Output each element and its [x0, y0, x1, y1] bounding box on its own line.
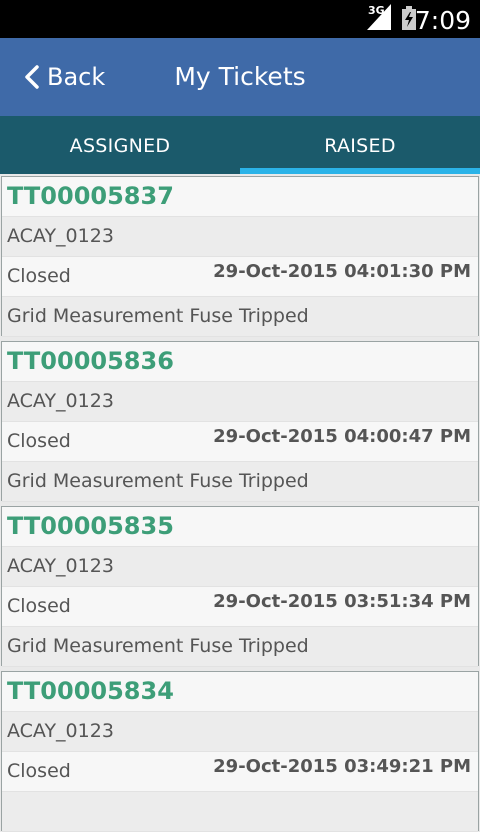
ticket-card[interactable]: TT00005835 ACAY_0123 Closed 29-Oct-2015 0…	[1, 506, 479, 667]
ticket-id: TT00005836	[7, 347, 174, 375]
ticket-description: Grid Measurement Fuse Tripped	[7, 305, 309, 327]
ticket-id: TT00005834	[7, 677, 174, 705]
ticket-status: Closed	[7, 760, 71, 782]
ticket-id: TT00005837	[7, 182, 174, 210]
ticket-site: ACAY_0123	[7, 720, 114, 742]
tab-bar: ASSIGNED RAISED	[0, 116, 480, 174]
tab-raised[interactable]: RAISED	[240, 116, 480, 174]
ticket-description: Grid Measurement Fuse Tripped	[7, 635, 309, 657]
ticket-status: Closed	[7, 265, 71, 287]
ticket-status: Closed	[7, 430, 71, 452]
ticket-date: 29-Oct-2015 03:51:34 PM	[213, 591, 471, 612]
back-button[interactable]: Back	[22, 38, 105, 116]
ticket-date: 29-Oct-2015 04:01:30 PM	[213, 261, 471, 282]
ticket-card[interactable]: TT00005836 ACAY_0123 Closed 29-Oct-2015 0…	[1, 341, 479, 502]
ticket-description: Grid Measurement Fuse Tripped	[7, 470, 309, 492]
ticket-date: 29-Oct-2015 04:00:47 PM	[213, 426, 471, 447]
app-bar: My Tickets Back	[0, 38, 480, 116]
clock: 7:09	[414, 6, 471, 35]
ticket-site: ACAY_0123	[7, 555, 114, 577]
back-label: Back	[47, 63, 106, 91]
ticket-list: TT00005837 ACAY_0123 Closed 29-Oct-2015 0…	[0, 174, 480, 832]
tab-assigned[interactable]: ASSIGNED	[0, 116, 240, 174]
ticket-card[interactable]: TT00005837 ACAY_0123 Closed 29-Oct-2015 0…	[1, 176, 479, 337]
chevron-left-icon	[25, 65, 39, 89]
ticket-site: ACAY_0123	[7, 390, 114, 412]
ticket-status: Closed	[7, 595, 71, 617]
ticket-id: TT00005835	[7, 512, 174, 540]
ticket-date: 29-Oct-2015 03:49:21 PM	[213, 756, 471, 777]
status-bar: 3G 7:09	[0, 0, 480, 38]
ticket-card[interactable]: TT00005834 ACAY_0123 Closed 29-Oct-2015 0…	[1, 671, 479, 832]
ticket-site: ACAY_0123	[7, 225, 114, 247]
network-type-label: 3G	[368, 4, 385, 17]
